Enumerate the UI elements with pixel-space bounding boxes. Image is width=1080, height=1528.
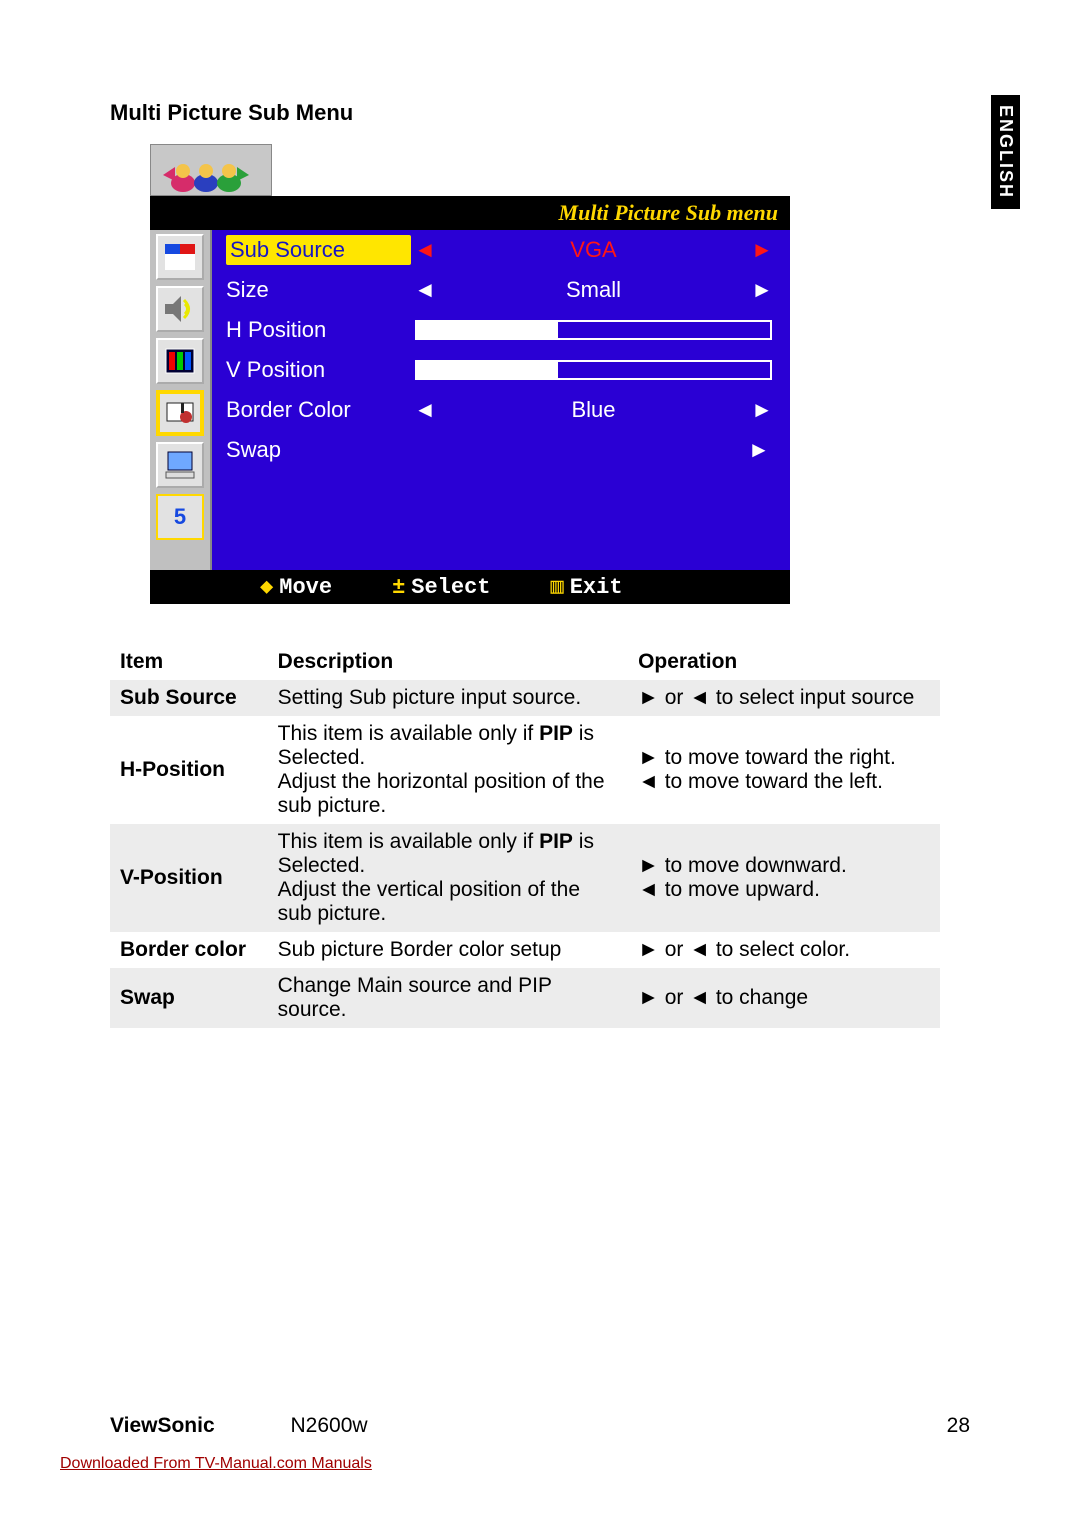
osd-row-h-position[interactable]: H Position [212,310,790,350]
osd-main: Sub Source ◄ VGA ► Size ◄ Small ► H Posi… [212,230,790,570]
osd-value: VGA [439,237,748,263]
cell-item: H-Position [110,716,268,824]
osd-label: H Position [226,317,411,343]
osd-label: Border Color [226,397,411,423]
cell-desc: Sub picture Border color setup [268,932,628,968]
cell-item: Border color [110,932,268,968]
cell-op: ► or ◄ to change [628,968,940,1028]
slider-bar[interactable] [415,320,772,340]
cell-item: Swap [110,968,268,1028]
channel-5-icon[interactable]: 5 [156,494,204,540]
osd-row-v-position[interactable]: V Position [212,350,790,390]
table-row: Swap Change Main source and PIP source. … [110,968,940,1028]
setup-icon[interactable] [156,390,204,436]
right-arrow-icon[interactable]: ► [748,437,776,463]
table-row: Sub Source Setting Sub picture input sou… [110,680,940,716]
left-arrow-icon[interactable]: ◄ [411,277,439,303]
description-table: Item Description Operation Sub Source Se… [110,644,940,1028]
osd-screenshot: Multi Picture Sub menu 5 [150,144,790,604]
picture-icon[interactable] [156,234,204,280]
table-row: Border color Sub picture Border color se… [110,932,940,968]
right-arrow-icon[interactable]: ► [748,237,776,263]
cell-desc: Change Main source and PIP source. [268,968,628,1028]
osd-row-border-color[interactable]: Border Color ◄ Blue ► [212,390,790,430]
left-arrow-icon[interactable]: ◄ [411,237,439,263]
color-bars-icon[interactable] [156,338,204,384]
osd-label: Sub Source [226,235,411,265]
cell-op: ► to move toward the right. ◄ to move to… [628,716,940,824]
osd-footer: ◆Move ±Select ▥Exit [150,570,790,604]
pc-icon[interactable] [156,442,204,488]
footer-page: 28 [947,1414,970,1438]
hint-exit: ▥Exit [550,574,622,600]
cell-desc: This item is available only if PIP is Se… [268,716,628,824]
cell-item: V-Position [110,824,268,932]
audio-icon[interactable] [156,286,204,332]
right-arrow-icon[interactable]: ► [748,277,776,303]
right-arrow-icon[interactable]: ► [748,397,776,423]
plusminus-icon: ± [392,575,405,600]
updown-icon: ◆ [260,575,273,600]
col-operation: Operation [628,644,940,680]
osd-label: V Position [226,357,411,383]
cell-item: Sub Source [110,680,268,716]
col-item: Item [110,644,268,680]
download-note-link[interactable]: Downloaded From TV-Manual.com Manuals [60,1455,372,1473]
osd-value: Blue [439,397,748,423]
osd-row-size[interactable]: Size ◄ Small ► [212,270,790,310]
section-title: Multi Picture Sub Menu [110,100,970,126]
osd-title: Multi Picture Sub menu [150,196,790,230]
cell-op: ► or ◄ to select color. [628,932,940,968]
osd-label: Size [226,277,411,303]
footer-brand: ViewSonic [110,1414,215,1437]
cell-desc: Setting Sub picture input source. [268,680,628,716]
exit-icon: ▥ [550,575,563,600]
osd-value: Small [439,277,748,303]
table-row: V-Position This item is available only i… [110,824,940,932]
osd-row-swap[interactable]: Swap ◄ ► [212,430,790,470]
osd-sidebar: 5 [150,230,212,570]
hint-move: ◆Move [260,574,332,600]
osd-label: Swap [226,437,411,463]
page-footer: ViewSonic N2600w 28 [110,1414,970,1438]
left-arrow-icon[interactable]: ◄ [411,397,439,423]
cell-op: ► or ◄ to select input source [628,680,940,716]
table-row: H-Position This item is available only i… [110,716,940,824]
cell-desc: This item is available only if PIP is Se… [268,824,628,932]
cell-op: ► to move downward. ◄ to move upward. [628,824,940,932]
osd-row-sub-source[interactable]: Sub Source ◄ VGA ► [212,230,790,270]
table-header-row: Item Description Operation [110,644,940,680]
footer-model: N2600w [291,1414,368,1437]
slider-bar[interactable] [415,360,772,380]
hint-select: ±Select [392,575,490,600]
viewsonic-birds-logo [150,144,272,196]
col-description: Description [268,644,628,680]
language-tab: ENGLISH [991,95,1020,209]
